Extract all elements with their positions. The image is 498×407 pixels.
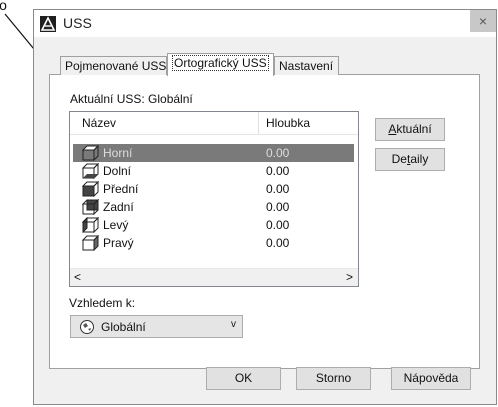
list-row-right[interactable]: Pravý 0.00 [70, 234, 358, 252]
relative-to-value: Globální [101, 320, 146, 334]
button-label-part: ktuální [396, 122, 432, 136]
row-depth: 0.00 [266, 236, 290, 250]
orthographic-ucs-list[interactable]: Název Hloubka Horní 0.00 Dolní 0.00 Před… [69, 111, 359, 287]
row-name: Zadní [103, 200, 134, 214]
column-header-name[interactable]: Název [82, 116, 116, 130]
cube-left-icon [82, 217, 99, 233]
row-name: Horní [103, 146, 133, 160]
cube-front-icon [82, 181, 99, 197]
annotation-label: ĺo [0, 0, 7, 13]
globe-ucs-icon [80, 320, 94, 334]
horizontal-scrollbar[interactable]: < > [70, 268, 358, 286]
list-row-top[interactable]: Horní 0.00 [73, 144, 354, 162]
column-header-depth[interactable]: Hloubka [266, 116, 310, 130]
ok-button[interactable]: OK [206, 367, 281, 390]
list-row-front[interactable]: Přední 0.00 [70, 180, 358, 198]
column-separator[interactable] [258, 112, 259, 134]
close-button[interactable]: × [470, 10, 496, 32]
tab-named-ucs[interactable]: Pojmenované USS [60, 56, 167, 75]
details-button[interactable]: Detaily [375, 148, 445, 171]
button-label-part: De [391, 152, 407, 166]
list-row-bottom[interactable]: Dolní 0.00 [70, 162, 358, 180]
row-depth: 0.00 [266, 218, 290, 232]
row-name: Pravý [103, 236, 134, 250]
current-ucs-label: Aktuální USS: Globální [70, 92, 193, 106]
button-label-part: aily [410, 152, 429, 166]
cube-back-icon [82, 199, 99, 215]
row-depth: 0.00 [266, 200, 290, 214]
tab-label: Pojmenované USS [65, 59, 167, 73]
row-depth: 0.00 [266, 164, 290, 178]
list-header: Název Hloubka [70, 112, 358, 135]
row-depth: 0.00 [266, 146, 290, 160]
scroll-left-arrow-icon[interactable]: < [74, 270, 81, 284]
row-name: Přední [103, 182, 139, 196]
cube-top-icon [82, 145, 99, 161]
row-name: Levý [103, 218, 129, 232]
cube-bottom-icon [82, 163, 99, 179]
row-name: Dolní [103, 164, 132, 178]
relative-to-dropdown[interactable]: Globální v [70, 315, 243, 338]
row-depth: 0.00 [266, 182, 290, 196]
tab-settings[interactable]: Nastavení [274, 56, 339, 75]
autocad-logo-icon [40, 16, 56, 32]
dialog-title: USS [63, 15, 92, 31]
relative-to-label: Vzhledem k: [69, 296, 136, 310]
tab-orthographic-ucs[interactable]: Ortografický USS [167, 53, 274, 76]
list-row-back[interactable]: Zadní 0.00 [70, 198, 358, 216]
title-bar: USS × [34, 10, 496, 37]
cube-right-icon [82, 235, 99, 251]
set-current-button[interactable]: Aktuální [375, 118, 445, 141]
list-row-left[interactable]: Levý 0.00 [70, 216, 358, 234]
tab-label: Nastavení [279, 59, 334, 73]
scroll-right-arrow-icon[interactable]: > [346, 270, 353, 284]
tab-label: Ortografický USS [172, 55, 269, 71]
chevron-down-icon: v [231, 319, 236, 330]
cancel-button[interactable]: Storno [296, 367, 371, 390]
help-button[interactable]: Nápověda [391, 367, 471, 390]
